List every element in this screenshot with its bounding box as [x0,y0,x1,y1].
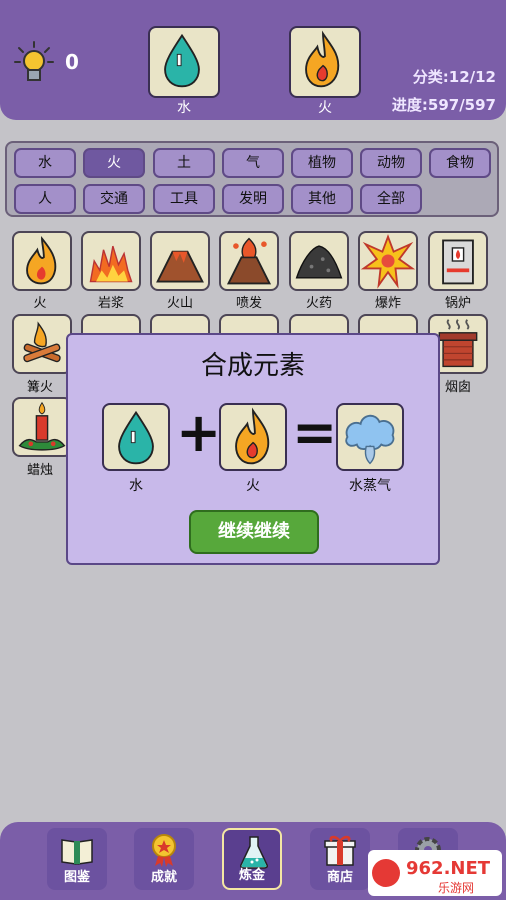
tab-water[interactable]: 水 [14,148,76,178]
nav-label: 图鉴 [63,870,90,885]
fire-icon [235,407,270,465]
book-icon [61,839,93,865]
recipe-result-steam [336,403,404,471]
gunpowder-icon [295,245,343,279]
water-drop-icon [164,33,200,88]
gift-icon [324,835,356,866]
element-label: 火 [33,296,47,311]
category-tabs: 水 火 土 气 植物 动物 食物 人 交通 工具 发明 其他 全部 [5,141,499,217]
tab-earth[interactable]: 土 [153,148,215,178]
element-label: 爆炸 [374,296,401,311]
volcano-icon [156,250,204,283]
nav-alchemy[interactable]: 炼金 [222,828,282,890]
category-stat: 分类:12/12 [412,68,496,86]
tab-tools[interactable]: 工具 [153,184,215,214]
element-label: 篝火 [26,380,53,395]
nav-label: 商店 [326,870,353,885]
boiler-icon [442,239,474,285]
hint-count: 0 [65,50,79,74]
recipe-input-label: 火 [246,478,260,494]
tab-fire[interactable]: 火 [83,148,145,178]
element-label: 蜡烛 [26,463,53,478]
tab-transport[interactable]: 交通 [83,184,145,214]
element-candle[interactable] [12,397,72,457]
tab-other[interactable]: 其他 [291,184,353,214]
recipe-input-fire [219,403,287,471]
nav-encyclopedia[interactable]: 图鉴 [47,828,107,890]
nav-achievements[interactable]: 成就 [134,828,194,890]
combine-result-dialog: 合成元素 水 + 火 = 水蒸气 继续继续 [66,333,440,565]
tab-animals[interactable]: 动物 [360,148,422,178]
element-label: 喷发 [235,296,262,311]
nav-shop[interactable]: 商店 [310,828,370,890]
tab-all[interactable]: 全部 [360,184,422,214]
tab-food[interactable]: 食物 [429,148,491,178]
combine-slot-right[interactable] [289,26,361,98]
plus-sign: + [176,401,222,464]
equals-sign: = [292,401,338,464]
tab-inventions[interactable]: 发明 [222,184,284,214]
element-bonfire[interactable] [12,314,72,374]
medal-icon [152,834,176,867]
element-fire[interactable] [12,231,72,291]
fire-icon [26,235,57,285]
lava-icon [89,245,133,283]
continue-button[interactable]: 继续继续 [189,510,319,554]
explosion-icon [360,234,416,289]
top-bar: 0 水 火 分类:12/12 进度:597/597 [0,0,506,120]
water-drop-icon [118,410,154,465]
element-boiler[interactable] [428,231,488,291]
svg-text:乐游网: 乐游网 [438,881,474,895]
tab-plants[interactable]: 植物 [291,148,353,178]
recipe-input-label: 水 [129,478,143,494]
recipe-result-label: 水蒸气 [349,478,391,494]
element-gunpowder[interactable] [289,231,349,291]
bonfire-icon [23,321,61,363]
recipe-input-water [102,403,170,471]
watermark-logo: 962.NET 乐游网 [372,858,491,895]
dialog-title: 合成元素 [200,351,305,381]
lightbulb-icon[interactable] [12,40,56,84]
combine-slot-left[interactable] [148,26,220,98]
element-label: 岩浆 [97,296,124,311]
tab-people[interactable]: 人 [14,184,76,214]
svg-text:962.NET: 962.NET [406,858,491,879]
tab-air[interactable]: 气 [222,148,284,178]
element-eruption[interactable] [219,231,279,291]
steam-icon [345,414,395,465]
element-lava[interactable] [81,231,141,291]
slot-right-label: 火 [318,100,332,116]
nav-label: 炼金 [238,868,265,883]
element-label: 火药 [305,296,332,311]
nav-label: 成就 [150,870,177,885]
eruption-icon [226,237,272,285]
fire-icon [305,30,340,88]
element-volcano[interactable] [150,231,210,291]
watermark: 962.NET 乐游网 [368,850,502,896]
element-label: 火山 [166,296,193,311]
candle-icon [18,401,66,451]
element-label: 锅炉 [444,296,471,311]
slot-left-label: 水 [177,100,191,116]
element-explosion[interactable] [358,231,418,291]
progress-stat: 进度:597/597 [391,96,496,114]
